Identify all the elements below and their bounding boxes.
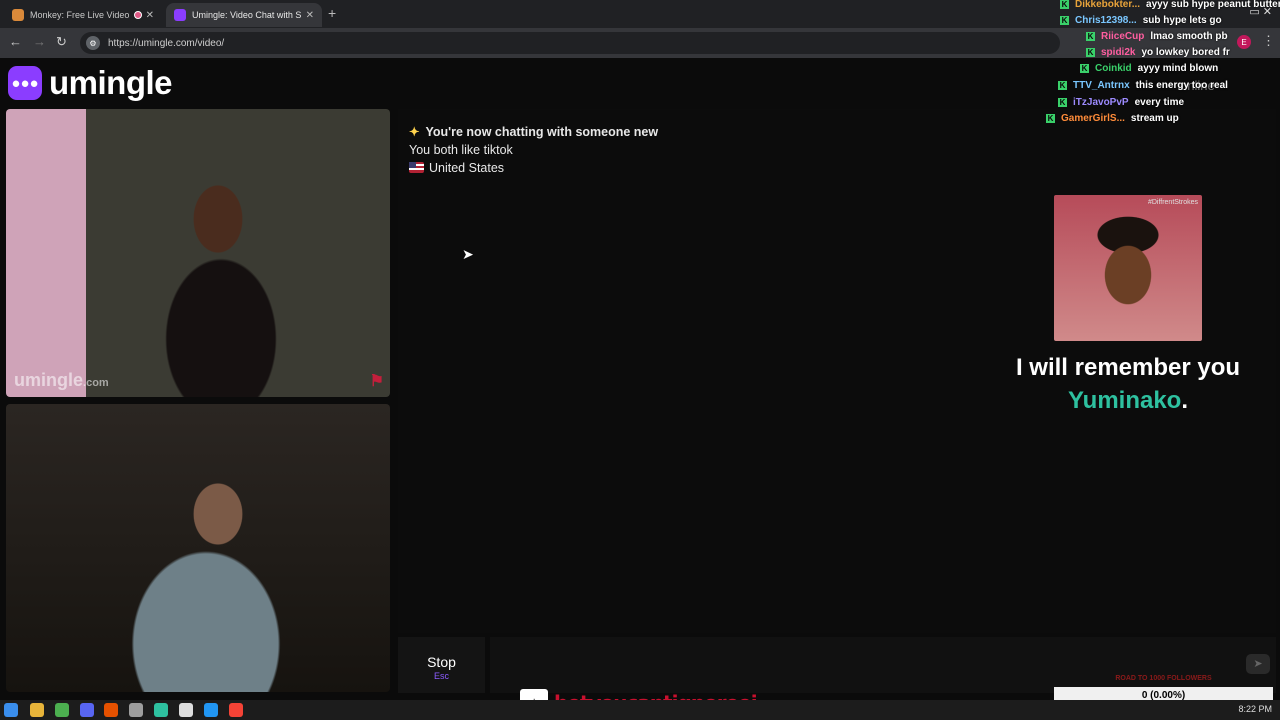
stream-chat-text: this energy too real (1135, 79, 1228, 91)
chat-input-row: Stop Esc ➤ (398, 637, 1276, 693)
address-bar[interactable]: ⚙ https://umingle.com/video/ (80, 32, 1060, 54)
back-arrow-icon[interactable]: ← (9, 34, 22, 49)
close-tab-icon[interactable]: ✕ (146, 10, 154, 21)
start-menu-icon[interactable] (4, 703, 18, 717)
stream-chat-message: K Chris12398... sub hype lets go (1060, 12, 1222, 28)
stream-chat-message: K TTV_Antrnx this energy too real (1058, 77, 1228, 93)
stream-chat-text: ayyy mind blown (1137, 62, 1219, 74)
stream-chat-message: KiTzJavoPvP every time (1058, 94, 1184, 110)
subscriber-badge-icon: K (1086, 31, 1095, 41)
stream-chat-text: yo lowkey bored fr (1141, 46, 1230, 58)
site-logo[interactable]: ●●● umingle (8, 64, 173, 102)
stream-chat-username: Dikkebokter... (1075, 0, 1141, 10)
us-flag-icon (409, 162, 424, 173)
send-arrow-icon[interactable]: ➤ (1246, 654, 1270, 674)
stop-shortcut-label: Esc (433, 671, 449, 681)
stop-button-label: Stop (427, 654, 456, 670)
subscriber-badge-icon: K (1060, 15, 1069, 25)
reload-icon[interactable]: ↻ (56, 34, 67, 50)
sparkle-icon: ✦ (409, 125, 420, 139)
system-message: You both like tiktok (409, 143, 513, 157)
overlay-caption: I will remember you Yuminako. (1015, 354, 1241, 414)
file-explorer-icon[interactable] (30, 703, 44, 717)
stream-chat-username: iTzJavoPvP (1073, 96, 1129, 108)
os-taskbar: 8:22 PM (0, 700, 1280, 720)
umingle-favicon-icon (174, 9, 186, 21)
discord-icon[interactable] (80, 703, 94, 717)
brand-name: umingle (49, 64, 173, 101)
site-info-icon[interactable]: ⚙ (86, 36, 100, 50)
recording-indicator-icon (133, 11, 142, 19)
stream-chat-username: GamerGirlS... (1061, 112, 1125, 124)
subscriber-badge-icon: K (1060, 0, 1069, 9)
goal-title: ROAD TO 1000 FOLLOWERS (1115, 675, 1212, 682)
message-input[interactable] (490, 637, 1276, 693)
taskbar-clock: 8:22 PM (1238, 704, 1272, 714)
monkey-favicon-icon (12, 9, 24, 21)
tab-title: Umingle: Video Chat with S (192, 10, 302, 20)
subscriber-badge-icon: K (1086, 47, 1095, 57)
forward-arrow-icon[interactable]: → (33, 34, 46, 49)
tab-monkey[interactable]: Monkey: Free Live Video Ch ✕ (4, 3, 162, 27)
report-flag-icon[interactable]: ⚑ (370, 371, 384, 391)
stream-chat-username: RiiceCup (1101, 30, 1145, 42)
system-message: United States (409, 161, 504, 175)
stream-chat-message: K Coinkid ayyy mind blown (1080, 60, 1218, 76)
umingle-page: ●●● umingle online umingle.com ⚑ ✦ You're… (0, 58, 1280, 700)
stream-chat-text: stream up (1130, 112, 1179, 124)
stop-button[interactable]: Stop Esc (398, 637, 485, 693)
chat-bubble-icon: ●●● (8, 66, 42, 100)
subscriber-badge-icon: K (1058, 80, 1067, 90)
stream-chat-message: K RiiceCup lmao smooth pb (1086, 28, 1228, 44)
app-icon[interactable] (129, 703, 143, 717)
subscriber-badge-icon: K (1080, 63, 1089, 73)
tab-title: Monkey: Free Live Video Ch (30, 10, 130, 20)
stream-chat-username: Coinkid (1095, 62, 1132, 74)
stream-chat-message: K GamerGirlS... stream up (1046, 110, 1179, 126)
tab-umingle[interactable]: Umingle: Video Chat with S ✕ (166, 3, 322, 27)
url-text[interactable]: https://umingle.com/video/ (108, 38, 224, 49)
chrome-icon[interactable] (55, 703, 69, 717)
stranger-video: umingle.com ⚑ (6, 109, 390, 397)
stream-chat-username: Chris12398... (1075, 14, 1137, 26)
stream-chat-username: TTV_Antrnx (1073, 79, 1130, 91)
overlay-reaction-image: #DiffrentStrokes (1054, 195, 1202, 341)
subscriber-badge-icon: K (1046, 113, 1055, 123)
subscriber-badge-icon: K (1058, 97, 1067, 107)
mouse-cursor-icon: ➤ (462, 246, 474, 262)
new-tab-button[interactable]: + (328, 5, 336, 21)
app-icon[interactable] (104, 703, 118, 717)
app-icon[interactable] (204, 703, 218, 717)
stream-chat-text: every time (1134, 96, 1185, 108)
app-icon[interactable] (229, 703, 243, 717)
stream-chat-message: Kspidi2k yo lowkey bored fr (1086, 44, 1230, 60)
obs-icon[interactable] (179, 703, 193, 717)
close-tab-icon[interactable]: ✕ (306, 10, 314, 21)
stream-chat-text: lmao smooth pb (1150, 30, 1228, 42)
stream-chat-text: ayyy sub hype peanut butter (1146, 0, 1280, 10)
stream-chat-username: spidi2k (1101, 46, 1136, 58)
system-message: ✦ You're now chatting with someone new (409, 125, 659, 139)
stream-chat-text: sub hype lets go (1142, 14, 1222, 26)
self-video (6, 404, 390, 692)
stream-chat-message: K Dikkebokter... ayyy sub hype peanut butt… (1060, 0, 1280, 12)
app-icon[interactable] (154, 703, 168, 717)
overlay-image-tag: #DiffrentStrokes (1147, 199, 1198, 206)
profile-avatar[interactable]: E (1237, 35, 1251, 49)
caption-name: Yuminako (1067, 387, 1182, 414)
browser-menu-icon[interactable]: ⋮ (1262, 33, 1275, 49)
video-watermark: umingle.com (14, 370, 109, 390)
